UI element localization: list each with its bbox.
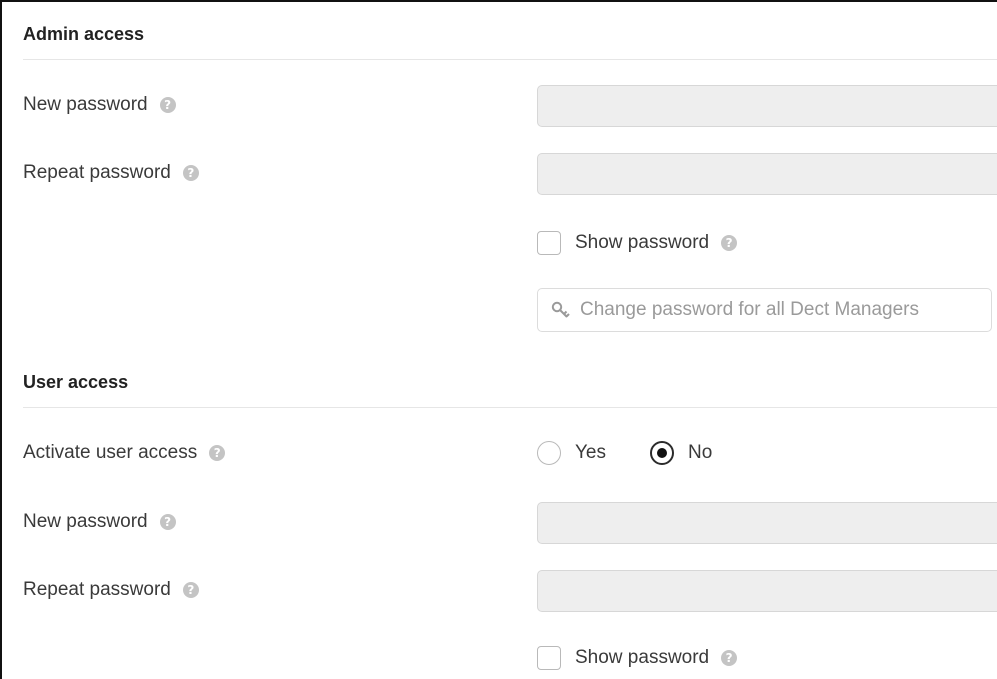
admin-new-password-input[interactable] xyxy=(537,85,997,127)
user-access-divider xyxy=(23,407,997,408)
settings-panel: Admin access New password ? Repeat passw… xyxy=(0,0,997,679)
radio-no[interactable] xyxy=(650,441,674,465)
help-icon[interactable]: ? xyxy=(182,582,199,598)
user-repeat-password-text: Repeat password xyxy=(23,579,171,600)
user-show-password-label: Show password xyxy=(575,647,710,668)
activate-user-access-label: Activate user access ? xyxy=(23,440,226,466)
key-icon xyxy=(551,301,570,318)
admin-access-divider xyxy=(23,59,997,60)
help-icon[interactable]: ? xyxy=(721,235,738,251)
user-new-password-input[interactable] xyxy=(537,502,997,544)
user-show-password-checkbox[interactable] xyxy=(537,646,561,670)
help-icon[interactable]: ? xyxy=(209,445,226,461)
radio-option-no[interactable]: No xyxy=(650,441,712,465)
user-access-heading: User access xyxy=(23,372,129,392)
help-icon[interactable]: ? xyxy=(721,650,738,666)
activate-user-access-radio-group: Yes No xyxy=(537,439,756,467)
change-password-all-label: Change password for all Dect Managers xyxy=(580,299,920,320)
user-show-password-row[interactable]: Show password ? xyxy=(537,644,738,672)
admin-show-password-checkbox[interactable] xyxy=(537,231,561,255)
radio-yes[interactable] xyxy=(537,441,561,465)
change-password-all-button[interactable]: Change password for all Dect Managers xyxy=(537,288,992,332)
user-repeat-password-label: Repeat password ? xyxy=(23,577,199,603)
admin-access-heading: Admin access xyxy=(23,24,145,44)
admin-new-password-text: New password xyxy=(23,94,148,115)
radio-yes-label: Yes xyxy=(575,442,606,463)
admin-show-password-label: Show password xyxy=(575,232,710,253)
radio-option-yes[interactable]: Yes xyxy=(537,441,606,465)
help-icon[interactable]: ? xyxy=(182,165,199,181)
user-new-password-label: New password ? xyxy=(23,509,176,535)
admin-new-password-label: New password ? xyxy=(23,92,176,118)
admin-show-password-row[interactable]: Show password ? xyxy=(537,229,738,257)
user-repeat-password-input[interactable] xyxy=(537,570,997,612)
user-new-password-text: New password xyxy=(23,511,148,532)
help-icon[interactable]: ? xyxy=(159,514,176,530)
admin-repeat-password-text: Repeat password xyxy=(23,162,171,183)
help-icon[interactable]: ? xyxy=(159,97,176,113)
admin-repeat-password-input[interactable] xyxy=(537,153,997,195)
admin-repeat-password-label: Repeat password ? xyxy=(23,160,199,186)
radio-no-label: No xyxy=(688,442,713,463)
activate-user-access-text: Activate user access xyxy=(23,442,198,463)
